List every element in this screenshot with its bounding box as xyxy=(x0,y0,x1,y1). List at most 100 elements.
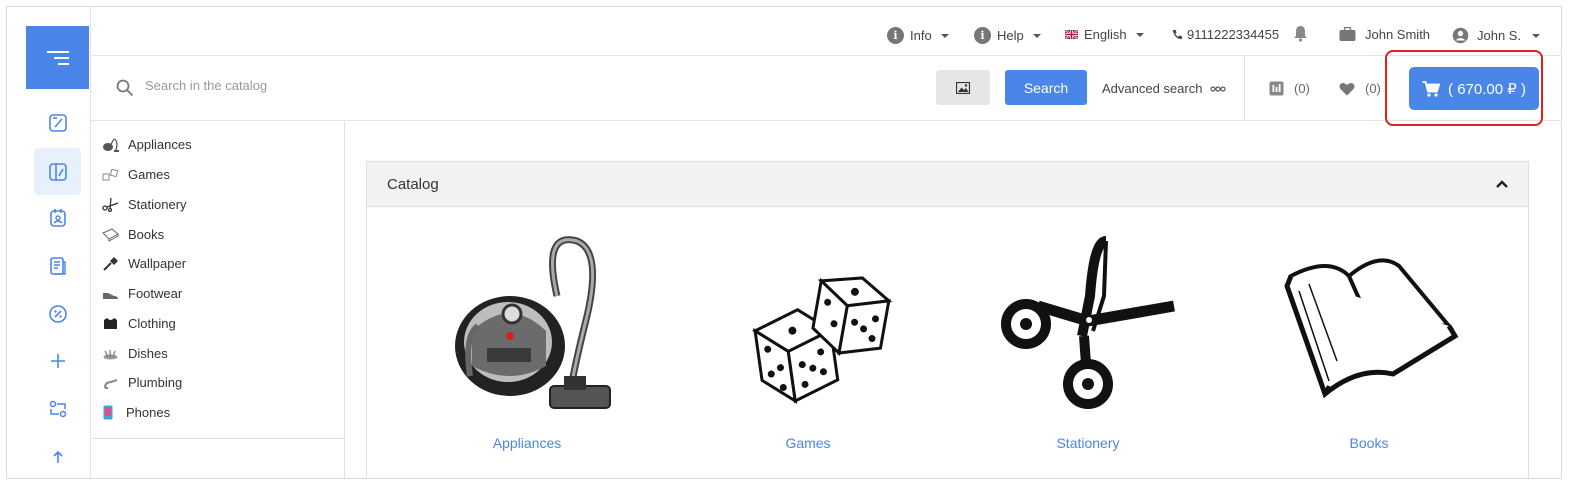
category-label: Appliances xyxy=(128,137,192,152)
heart-icon xyxy=(1339,82,1355,95)
help-icon: i xyxy=(974,27,991,44)
help-label: Help xyxy=(997,28,1024,43)
vacuum-icon xyxy=(102,138,119,152)
catalog-icon xyxy=(48,162,67,181)
phone-icon xyxy=(1172,29,1183,40)
favorites-count: (0) xyxy=(1365,81,1381,96)
search-icon xyxy=(116,79,134,97)
category-label: Dishes xyxy=(128,346,168,361)
tile-label-appliances[interactable]: Appliances xyxy=(427,435,627,451)
faucet-icon xyxy=(102,376,119,390)
image-icon xyxy=(956,81,970,94)
category-item-dishes[interactable]: Dishes xyxy=(102,346,168,361)
search-bar: Search Advanced search (0) (0) ( 670.00 … xyxy=(91,50,1561,126)
app-window: i Info i Help English 9111222334455 John… xyxy=(6,6,1562,479)
sidebar-item-add[interactable] xyxy=(34,337,81,384)
category-item-phones[interactable]: Phones xyxy=(102,405,170,420)
user-menu[interactable]: John S. xyxy=(1452,27,1541,44)
category-item-clothing[interactable]: Clothing xyxy=(102,316,176,331)
chevron-down-icon xyxy=(1135,32,1144,37)
phone-icon xyxy=(102,405,114,420)
chevron-down-icon xyxy=(940,33,949,38)
catalog-tile-games[interactable] xyxy=(708,236,908,416)
category-label: Phones xyxy=(126,405,171,420)
user-label: John S. xyxy=(1477,28,1522,43)
phone-number: 9111222334455 xyxy=(1187,27,1280,42)
plus-icon xyxy=(50,353,65,368)
search-button[interactable]: Search xyxy=(1005,70,1087,105)
scissors-image-icon xyxy=(1001,236,1175,409)
category-item-wallpaper[interactable]: Wallpaper xyxy=(102,256,186,271)
compare-count: (0) xyxy=(1294,81,1310,96)
tile-label-games[interactable]: Games xyxy=(708,435,908,451)
sidebar-item-edit[interactable] xyxy=(34,99,81,146)
info-label: Info xyxy=(910,28,932,43)
tile-label-books[interactable]: Books xyxy=(1269,435,1469,451)
category-item-plumbing[interactable]: Plumbing xyxy=(102,375,182,390)
category-item-games[interactable]: Games xyxy=(102,167,170,182)
chevron-down-icon xyxy=(1032,33,1041,38)
tile-label-stationery[interactable]: Stationery xyxy=(988,435,1188,451)
help-menu[interactable]: i Help xyxy=(974,27,1041,44)
category-label: Stationery xyxy=(128,197,187,212)
catalog-panel-header[interactable]: Catalog xyxy=(367,162,1528,207)
compare-button[interactable]: (0) xyxy=(1269,81,1310,96)
documents-icon xyxy=(49,256,66,275)
company-label: John Smith xyxy=(1365,27,1431,42)
sidebar-item-catalog[interactable] xyxy=(34,148,81,195)
book-icon xyxy=(102,227,119,242)
exchange-icon xyxy=(49,400,66,417)
category-label: Footwear xyxy=(128,286,183,301)
language-label: English xyxy=(1084,27,1127,42)
phone-link[interactable]: 9111222334455 xyxy=(1172,27,1279,42)
sidebar-item-documents[interactable] xyxy=(34,242,81,289)
book-image-icon xyxy=(1284,258,1459,399)
menu-icon xyxy=(46,50,69,65)
category-label: Plumbing xyxy=(128,375,183,390)
category-item-books[interactable]: Books xyxy=(102,227,164,242)
catalog-panel: Catalog Appliances Games Stationery Book… xyxy=(366,161,1529,478)
chevron-down-icon xyxy=(1532,33,1541,38)
category-label: Books xyxy=(128,227,165,242)
category-item-stationery[interactable]: Stationery xyxy=(102,197,187,212)
notifications-button[interactable] xyxy=(1293,25,1308,42)
upload-icon xyxy=(52,450,63,463)
dishes-icon xyxy=(102,347,119,361)
info-menu[interactable]: i Info xyxy=(887,27,949,44)
advanced-search-label: Advanced search xyxy=(1102,81,1203,96)
catalog-title: Catalog xyxy=(387,175,439,193)
shirt-icon xyxy=(102,317,119,331)
image-search-button[interactable] xyxy=(936,70,990,105)
sidebar-item-discounts[interactable] xyxy=(34,290,81,337)
company-menu[interactable]: John Smith xyxy=(1339,27,1430,42)
sidebar-item-upload[interactable] xyxy=(34,433,81,478)
category-label: Wallpaper xyxy=(128,256,187,271)
bell-icon xyxy=(1294,26,1307,42)
cart-highlight-annotation xyxy=(1385,50,1543,126)
language-menu[interactable]: English xyxy=(1065,27,1144,42)
category-item-appliances[interactable]: Appliances xyxy=(102,137,192,152)
catalog-tile-appliances[interactable] xyxy=(427,236,627,416)
divider xyxy=(1244,56,1245,121)
category-item-footwear[interactable]: Footwear xyxy=(102,286,182,301)
brush-icon xyxy=(102,256,119,271)
category-label: Games xyxy=(128,167,170,182)
divider xyxy=(92,438,344,439)
top-bar: i Info i Help English 9111222334455 John… xyxy=(91,7,1561,56)
category-label: Clothing xyxy=(128,316,176,331)
user-avatar-icon xyxy=(1452,27,1469,44)
favorites-button[interactable]: (0) xyxy=(1339,81,1381,96)
compare-icon xyxy=(1269,81,1284,96)
catalog-tile-stationery[interactable] xyxy=(988,236,1188,416)
left-rail xyxy=(7,7,91,478)
dice-image-icon xyxy=(752,276,893,404)
sidebar-item-calendar[interactable] xyxy=(34,194,81,241)
sidebar-item-exchange[interactable] xyxy=(34,385,81,432)
search-input[interactable] xyxy=(145,78,745,93)
advanced-search-link[interactable]: Advanced search xyxy=(1102,81,1227,96)
chevron-up-icon[interactable] xyxy=(1496,180,1508,188)
uk-flag-icon xyxy=(1065,30,1078,39)
menu-toggle-button[interactable] xyxy=(26,26,89,89)
calendar-icon xyxy=(49,208,66,227)
catalog-tile-books[interactable] xyxy=(1269,236,1469,416)
